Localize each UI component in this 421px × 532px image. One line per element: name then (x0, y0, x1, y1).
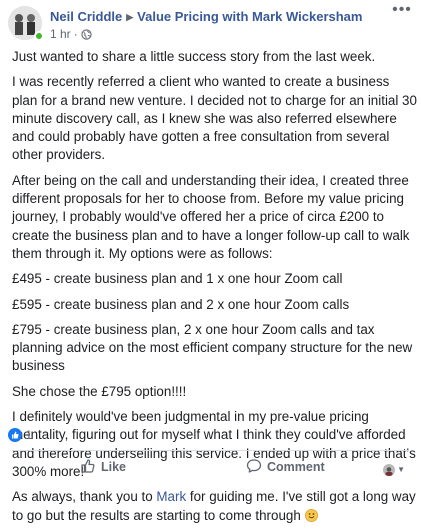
post-paragraph: She chose the £795 option!!!! (12, 383, 187, 399)
post-paragraph: Just wanted to share a little success st… (12, 49, 376, 64)
post-title-line: Neil Criddle ▶ Value Pricing with Mark Wic… (50, 9, 362, 25)
comment-label: Comment (267, 460, 325, 474)
comment-button[interactable]: Comment (246, 458, 325, 476)
paragraph-text: As always, thank you to (12, 489, 157, 505)
action-bar: Like Comment ▼ (0, 454, 421, 480)
like-icon (8, 428, 22, 442)
post-paragraph: £795 - create business plan, 2 x one hou… (12, 321, 413, 374)
author-name[interactable]: Neil Criddle (50, 9, 122, 24)
more-options-button[interactable]: ••• (391, 2, 413, 20)
like-icon (81, 459, 95, 473)
online-status-indicator (34, 31, 44, 41)
group-name[interactable]: Value Pricing with Mark Wickersham (137, 9, 362, 24)
post-paragraph-last: As always, thank you to Mark for guiding… (12, 488, 417, 525)
divider (12, 450, 409, 451)
post-header: Neil Criddle ▶ Value Pricing with Mark Wic… (0, 0, 421, 46)
post-as-selector[interactable]: ▼ (383, 461, 405, 476)
caret-down-icon: ▼ (397, 465, 405, 475)
post-paragraph: £595 - create business plan and 2 x one … (12, 296, 350, 312)
like-label: Like (101, 460, 127, 474)
meta-separator: · (73, 27, 78, 41)
post-timestamp[interactable]: 1 hr (50, 27, 71, 41)
post-meta: 1 hr · (50, 27, 92, 44)
arrow-right-icon: ▶ (126, 12, 134, 22)
reactions-summary[interactable]: 1 (8, 428, 32, 442)
user-avatar (383, 463, 396, 476)
reaction-count: 1 (25, 428, 33, 442)
globe-icon (81, 29, 92, 44)
like-button[interactable]: Like (80, 458, 126, 476)
mention-link[interactable]: Mark (156, 489, 186, 504)
comment-icon (246, 459, 262, 473)
post-paragraph: £495 - create business plan and 1 x one … (12, 271, 343, 287)
facebook-post: Neil Criddle ▶ Value Pricing with Mark Wic… (0, 0, 421, 523)
smile-emoji-icon (304, 508, 318, 522)
post-paragraph: After being on the call and understandin… (12, 172, 410, 261)
post-paragraph: I was recently referred a client who wan… (12, 74, 417, 163)
